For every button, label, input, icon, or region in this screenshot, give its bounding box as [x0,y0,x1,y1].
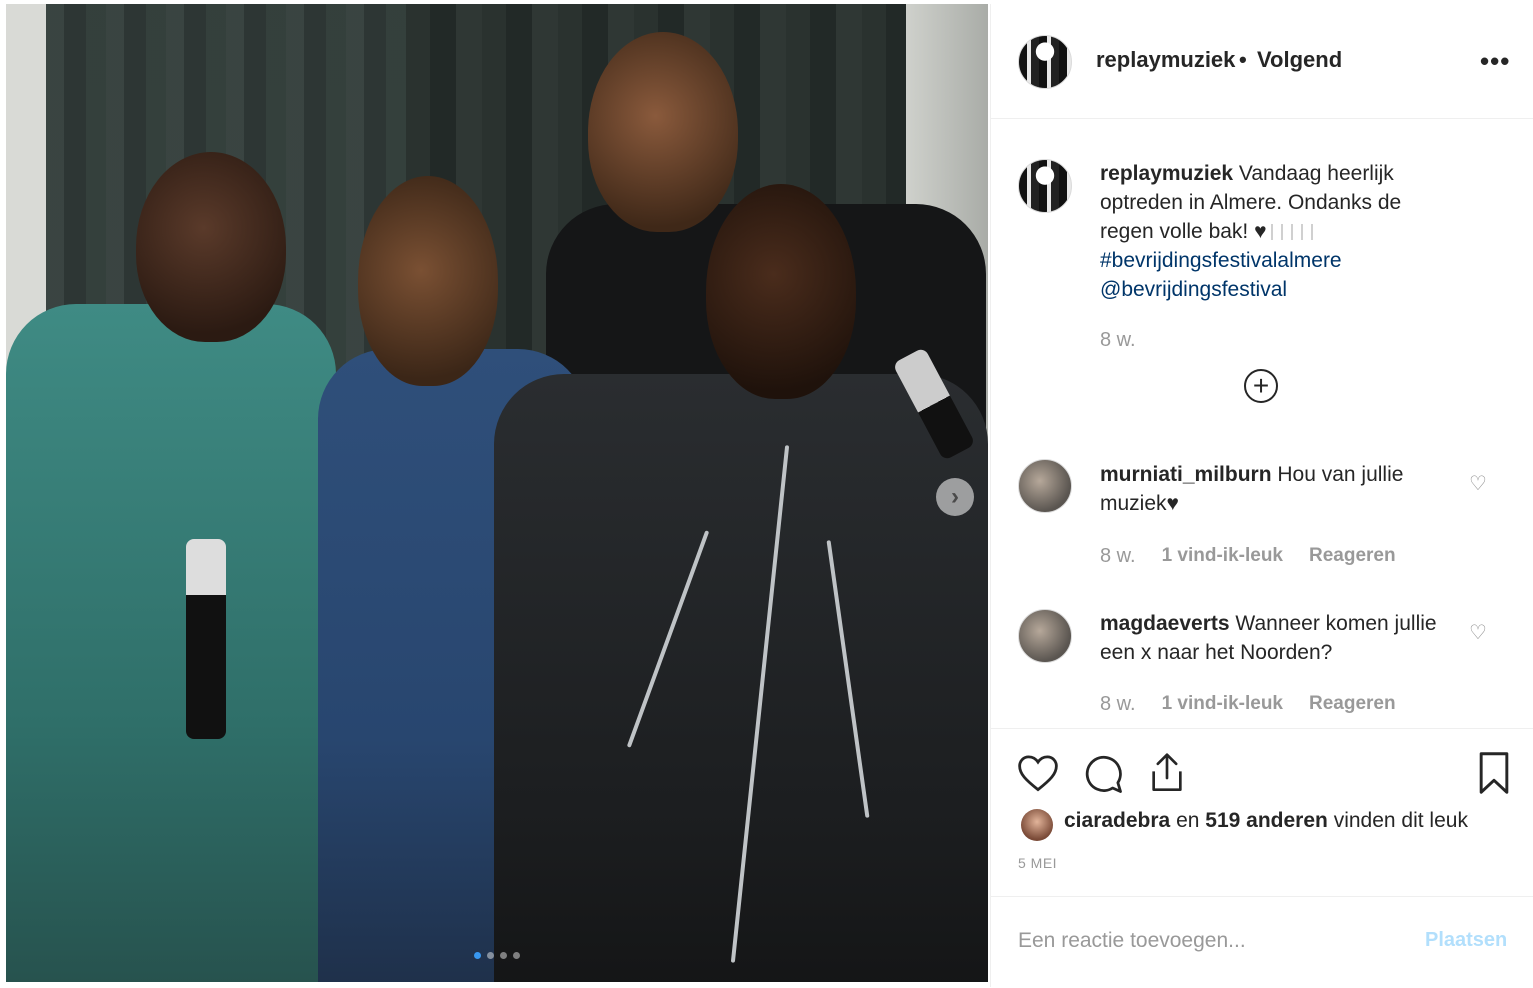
heart-icon[interactable]: ♡ [1469,471,1487,496]
likes-count-link[interactable]: 519 anderen [1205,809,1328,832]
comment-meta: 8 w. 1 vind-ik-leuk Reageren [1100,545,1396,568]
avatar[interactable] [1018,609,1072,663]
bookmark-icon[interactable] [1477,751,1511,795]
avatar[interactable] [1018,159,1072,213]
liker-username[interactable]: ciaradebra [1064,809,1170,832]
post-comment-button[interactable]: Plaatsen [1425,929,1507,952]
follow-status-button[interactable]: Volgend [1257,47,1342,73]
heart-icon[interactable] [1017,753,1059,793]
add-comment-bar: Plaatsen [991,896,1533,988]
more-icon[interactable]: ••• [1480,46,1510,77]
avatar[interactable] [1018,459,1072,513]
carousel-dot [487,952,494,959]
caption: replaymuziek Vandaag heerlijk optreden i… [1100,159,1460,304]
photo-microphone [186,539,226,739]
post-photo[interactable]: › [6,4,988,982]
likes-suffix: vinden dit leuk [1333,809,1468,832]
comment-timestamp[interactable]: 8 w. [1100,693,1136,716]
post-date[interactable]: 5 MEI [1018,855,1057,871]
comments-section[interactable]: replaymuziek Vandaag heerlijk optreden i… [991,119,1533,727]
caption-username[interactable]: replaymuziek [1100,162,1233,185]
carousel-dot [500,952,507,959]
carousel-indicator [474,952,520,959]
carousel-dot [513,952,520,959]
comment-icon[interactable] [1082,753,1124,795]
heart-icon[interactable]: ♡ [1469,620,1487,645]
comment: magdaeverts Wanneer komen jullie een x n… [1100,609,1440,667]
comment-likes-link[interactable]: 1 vind-ik-leuk [1162,693,1283,716]
separator-dot: • [1239,47,1247,72]
comment-timestamp[interactable]: 8 w. [1100,545,1136,568]
hashtag-link[interactable]: #bevrijdingsfestivalalmere [1100,249,1342,272]
carousel-dot [474,952,481,959]
comment-likes-link[interactable]: 1 vind-ik-leuk [1162,545,1283,568]
chevron-right-icon[interactable]: › [936,478,974,516]
likes-summary: ciaradebra en 519 anderen vinden dit leu… [1064,809,1468,833]
avatar[interactable] [1021,809,1053,841]
comment-username[interactable]: murniati_milburn [1100,463,1272,486]
emoji-glyphs [1270,224,1317,241]
post-username[interactable]: replaymuziek [1096,47,1235,73]
comment-meta: 8 w. 1 vind-ik-leuk Reageren [1100,693,1396,716]
plus-circle-icon[interactable]: + [1244,369,1278,403]
avatar[interactable] [1018,35,1072,89]
post-actions: ciaradebra en 519 anderen vinden dit leu… [991,728,1533,897]
share-icon[interactable] [1147,751,1187,795]
reply-button[interactable]: Reageren [1309,545,1396,568]
caption-timestamp[interactable]: 8 w. [1100,329,1136,352]
reply-button[interactable]: Reageren [1309,693,1396,716]
post-header: replaymuziek • Volgend ••• [991,4,1533,119]
comment-username[interactable]: magdaeverts [1100,612,1230,635]
comment-input[interactable] [1018,923,1388,959]
comment: murniati_milburn Hou van jullie muziek♥ [1100,460,1440,518]
likes-connector: en [1176,809,1200,832]
post-side-panel: replaymuziek • Volgend ••• replaymuziek … [990,4,1533,987]
mention-link[interactable]: @bevrijdingsfestival [1100,278,1287,301]
